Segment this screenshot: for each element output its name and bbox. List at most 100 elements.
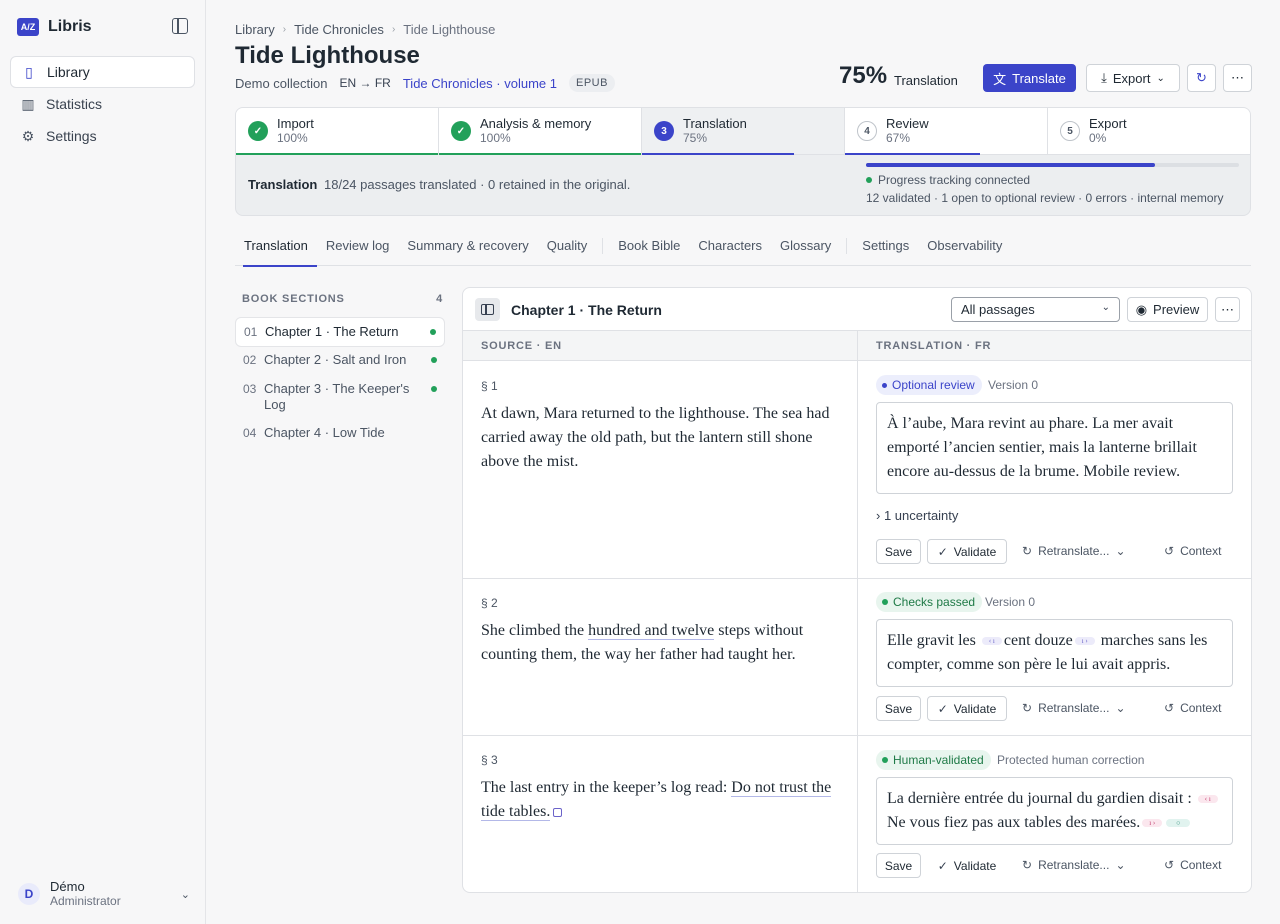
tab-book-bible[interactable]: Book Bible [609, 238, 689, 266]
tab-review-log[interactable]: Review log [317, 238, 399, 266]
history-icon: ↺ [1164, 544, 1175, 558]
status-dot-icon [866, 177, 872, 183]
passage-number: § 3 [481, 753, 498, 767]
sidebar: A/Z Libris ▯ Library ▥ Statistics ⚙ Sett… [0, 0, 206, 924]
chevron-right-icon: › [876, 508, 881, 523]
save-button[interactable]: Save [876, 539, 921, 564]
inline-tag-icon: ‹ ı [1197, 795, 1218, 804]
sidebar-item-library[interactable]: ▯ Library [10, 56, 195, 88]
uncertainty-toggle[interactable]: › 1 uncertainty [876, 508, 958, 523]
chevron-down-icon: ⌄ [180, 888, 190, 901]
collection-name: Demo collection [235, 75, 328, 91]
tab-glossary[interactable]: Glossary [771, 238, 840, 266]
retranslate-button[interactable]: ↻ Retranslate... ⌄ [1022, 858, 1126, 872]
translation-editor[interactable]: La dernière entrée du journal du gardien… [876, 777, 1233, 845]
bar-chart-icon: ▥ [21, 96, 35, 112]
check-icon: ✓ [937, 701, 948, 716]
chapter-title: Chapter 1 · The Return [511, 302, 662, 318]
section-item[interactable]: 02 Chapter 2 · Salt and Iron [235, 346, 445, 374]
refresh-icon: ↻ [1196, 70, 1207, 85]
breadcrumb: Library › Tide Chronicles › Tide Lightho… [235, 22, 495, 37]
section-item[interactable]: 04 Chapter 4 · Low Tide [235, 419, 445, 447]
source-text: At dawn, Mara returned to the lighthouse… [481, 405, 830, 470]
passage-filter-select[interactable]: All passages ⌄ [951, 297, 1120, 322]
chevron-down-icon: ⌄ [1115, 701, 1126, 715]
step-analysis[interactable]: ✓ Analysis & memory 100% [439, 108, 642, 155]
sections-count: 4 [436, 293, 443, 305]
language-pair: EN → FR [339, 76, 391, 90]
sidebar-item-settings[interactable]: ⚙ Settings [10, 120, 195, 152]
context-button[interactable]: ↺ Context [1164, 544, 1221, 558]
translation-editor[interactable]: Elle gravit les ‹ ı cent douze ı › marches… [876, 619, 1233, 687]
brand[interactable]: A/Z Libris [17, 16, 92, 38]
chevron-down-icon: ⌄ [1156, 72, 1165, 84]
pipeline-stepper: ✓ Import 100% ✓ Analysis & memory 100% 3 T… [235, 107, 1251, 216]
retranslate-button[interactable]: ↻ Retranslate... ⌄ [1022, 701, 1126, 715]
breadcrumb-library[interactable]: Library [235, 22, 275, 37]
tab-quality[interactable]: Quality [538, 238, 596, 266]
panel-toggle-icon[interactable] [475, 298, 500, 321]
context-button[interactable]: ↺ Context [1164, 701, 1221, 715]
page-title: Tide Lighthouse [235, 42, 420, 69]
protection-label: Protected human correction [997, 753, 1145, 767]
tab-translation[interactable]: Translation [235, 238, 317, 267]
retranslate-button[interactable]: ↻ Retranslate... ⌄ [1022, 544, 1126, 558]
preview-button[interactable]: ◉ Preview [1127, 297, 1208, 322]
panel-more-button[interactable]: ⋯ [1215, 297, 1240, 322]
editor-panel: Chapter 1 · The Return All passages ⌄ ◉ … [462, 287, 1252, 893]
save-button[interactable]: Save [876, 853, 921, 878]
check-icon: ✓ [937, 858, 948, 873]
refresh-button[interactable]: ↻ [1187, 64, 1216, 92]
check-icon: ✓ [248, 121, 268, 141]
history-icon: ↺ [1164, 701, 1175, 715]
passage-number: § 2 [481, 596, 498, 610]
sidebar-item-label: Statistics [46, 96, 103, 112]
column-divider [857, 331, 858, 892]
validate-button[interactable]: ✓ Validate [927, 853, 1007, 878]
breadcrumb-current: Tide Lighthouse [403, 22, 496, 37]
step-translation[interactable]: 3 Translation 75% [642, 108, 845, 155]
app-name: Libris [48, 18, 92, 35]
gear-icon: ⚙ [21, 128, 35, 144]
status-dot-icon [882, 599, 888, 605]
series-link[interactable]: Tide Chronicles · volume 1 [403, 76, 557, 91]
step-review[interactable]: 4 Review 67% [845, 108, 1048, 155]
version-label: Version 0 [988, 378, 1039, 392]
step-import[interactable]: ✓ Import 100% [236, 108, 439, 155]
step-number: 4 [857, 121, 877, 141]
chevron-down-icon: ⌄ [1115, 544, 1126, 558]
sidebar-collapse-icon[interactable] [172, 18, 188, 34]
eye-icon: ◉ [1135, 301, 1148, 317]
section-item[interactable]: 01 Chapter 1 · The Return [235, 317, 445, 347]
status-badge: Optional review [876, 375, 982, 395]
translation-editor[interactable]: À l’aube, Mara revint au phare. La mer a… [876, 402, 1233, 494]
tab-settings[interactable]: Settings [853, 238, 918, 266]
status-dot-icon [431, 357, 437, 363]
save-button[interactable]: Save [876, 696, 921, 721]
inline-tag-icon: ‹ ı [981, 637, 1002, 646]
validate-button[interactable]: ✓ Validate [927, 696, 1007, 721]
user-menu[interactable]: D Démo Administrator ⌄ [18, 878, 190, 910]
inline-tag-icon: ı › [1142, 819, 1163, 828]
note-marker-icon [553, 807, 563, 817]
sidebar-item-label: Library [47, 64, 90, 80]
step-export[interactable]: 5 Export 0% [1048, 108, 1250, 154]
tab-observability[interactable]: Observability [918, 238, 1011, 266]
export-button[interactable]: ⤓ Export ⌄ [1086, 64, 1180, 92]
chevron-right-icon: › [391, 24, 396, 35]
breadcrumb-series[interactable]: Tide Chronicles [294, 22, 384, 37]
sidebar-item-statistics[interactable]: ▥ Statistics [10, 88, 195, 120]
section-item[interactable]: 03 Chapter 3 · The Keeper's Log [235, 375, 445, 419]
user-role: Administrator [50, 894, 121, 908]
sidebar-item-label: Settings [46, 128, 97, 144]
libris-logo-icon: A/Z [17, 18, 39, 36]
translate-button[interactable]: 文 Translate [983, 64, 1076, 92]
context-button[interactable]: ↺ Context [1164, 858, 1221, 872]
refresh-icon: ↻ [1022, 701, 1033, 715]
more-button[interactable]: ⋯ [1223, 64, 1252, 92]
tab-bar: Translation Review log Summary & recover… [235, 238, 1251, 267]
tab-summary-recovery[interactable]: Summary & recovery [398, 238, 537, 266]
validate-button[interactable]: ✓ Validate [927, 539, 1007, 564]
tab-characters[interactable]: Characters [689, 238, 771, 266]
translate-icon: 文 [993, 71, 1007, 87]
